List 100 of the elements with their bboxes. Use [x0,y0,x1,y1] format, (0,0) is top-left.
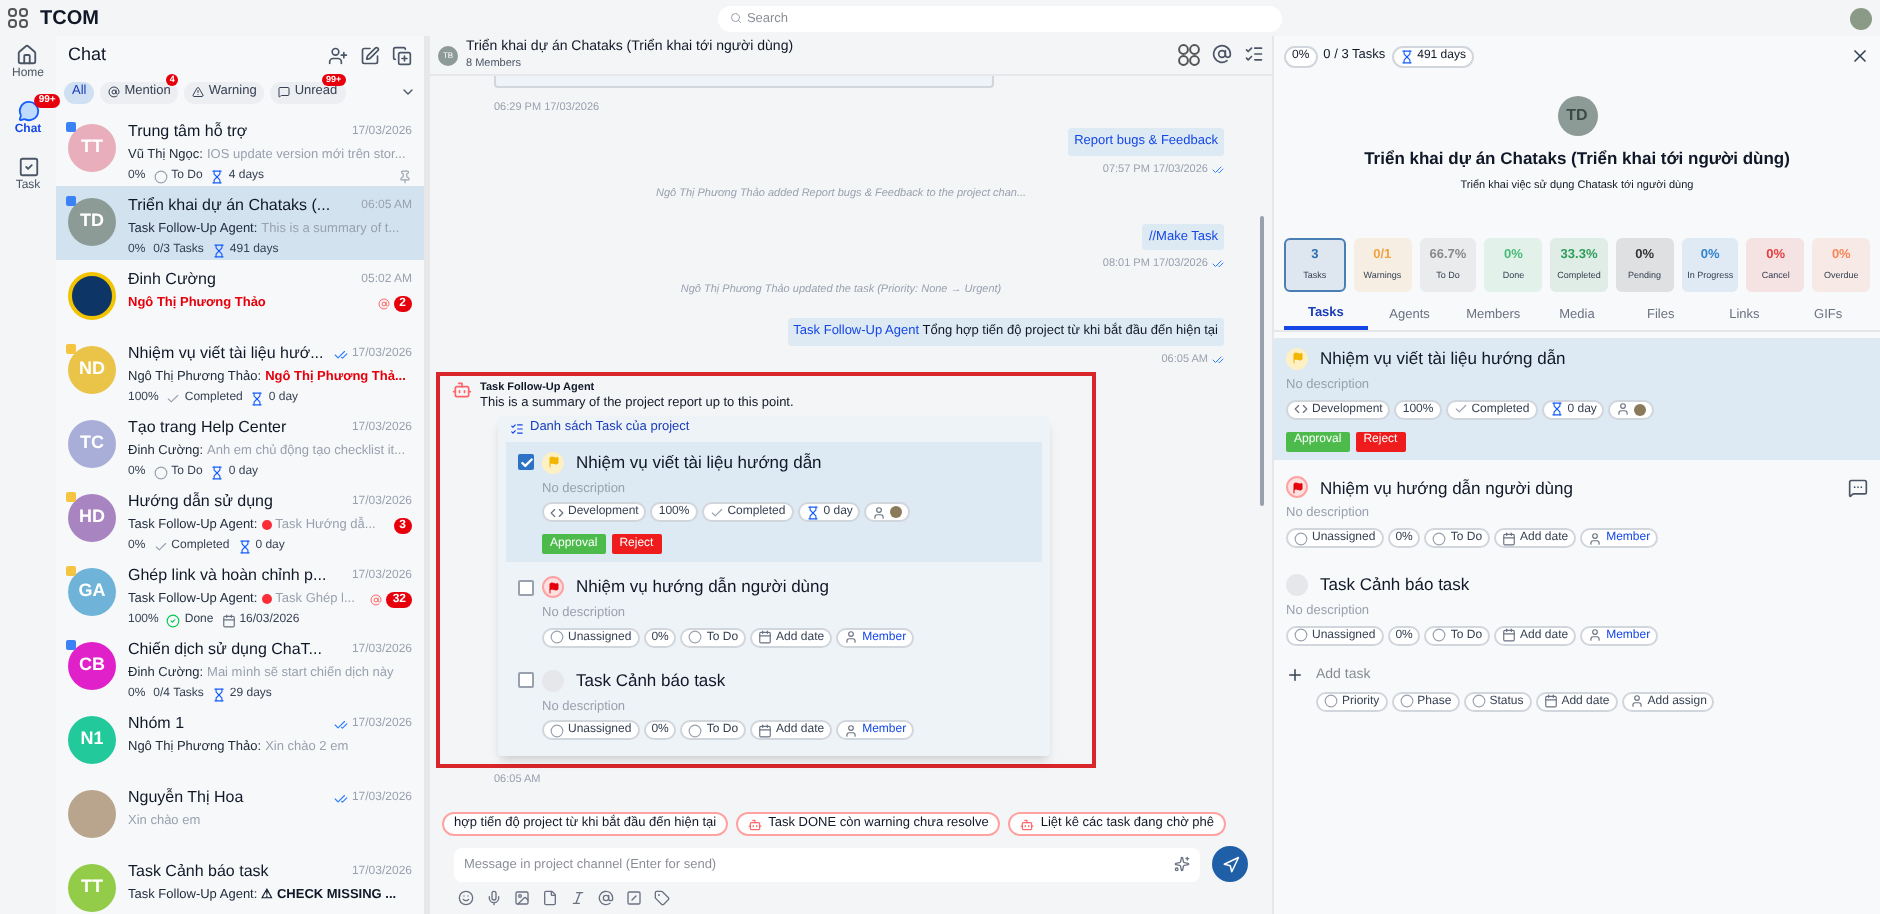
code-icon [1294,402,1308,416]
bot-icon [1020,817,1035,831]
check-icon [1453,402,1468,416]
person-icon [1588,531,1603,545]
add-user-icon[interactable] [328,46,348,66]
tag-icon[interactable] [654,890,670,906]
avatar: TT [68,864,116,912]
bot-icon [452,379,472,400]
circle-icon [1399,694,1414,708]
flag-icon[interactable] [1286,476,1308,499]
task-list-icon [510,421,524,436]
circle-icon [1294,531,1308,545]
calendar-icon [758,630,773,645]
person-icon [1629,694,1644,708]
mention-icon[interactable] [598,890,614,906]
assignee-chip[interactable] [864,502,911,523]
avatar: TT [68,124,116,172]
comment-icon[interactable] [1848,477,1868,498]
person-icon [1588,628,1603,642]
conversation-name: Nhiệm vụ viết tài liệu hướ... [128,342,324,366]
logo-avatar [68,272,116,320]
user-avatar[interactable] [1850,7,1872,29]
mention-icon [108,86,121,98]
chevron-down-icon[interactable] [400,84,416,100]
chat-icon [17,100,39,122]
slash-icon[interactable] [626,890,642,906]
photo-placeholder [68,790,116,838]
task-title[interactable]: Nhiệm vụ hướng dẫn người dùng [576,574,829,600]
send-button[interactable] [1212,846,1248,882]
check-icon [166,391,181,406]
checkbox[interactable] [518,672,534,689]
conversation-name: Nguyễn Thị Hoa [128,786,244,810]
italic-icon[interactable] [570,890,586,906]
circle-icon [1324,694,1338,708]
task-list-icon[interactable] [1244,44,1264,64]
emoji-icon[interactable] [458,890,474,906]
image-icon[interactable] [514,890,530,906]
conversation-name: Task Cảnh báo task [128,860,269,884]
circle-icon [688,630,703,645]
code-icon [550,505,564,520]
file-icon[interactable] [542,890,558,906]
task-title[interactable]: Nhiệm vụ hướng dẫn người dùng [1320,475,1573,501]
message-icon [278,86,291,98]
sparkle-icon[interactable] [1174,856,1190,872]
flag-icon[interactable] [542,576,564,599]
avatar: TC [68,420,116,468]
warning-icon [192,86,205,98]
calendar-icon [221,613,236,628]
app-title: TCOM [40,5,99,33]
avatar: GA [68,568,116,616]
panel-title: Chat [68,42,107,69]
checkbox[interactable] [518,579,534,596]
assignee-chip[interactable] [1608,399,1655,419]
send-icon [1221,855,1239,873]
hourglass-icon [237,539,252,554]
bot-icon [748,817,763,831]
conversation-name: Hướng dẫn sử dụng [128,490,273,514]
close-icon[interactable] [1850,46,1870,66]
avatar: TD [68,198,116,246]
task-title[interactable]: Nhiệm vụ viết tài liệu hướng dẫn [576,449,822,475]
hourglass-icon [1399,49,1414,63]
compose-icon[interactable] [360,46,380,66]
task-title[interactable]: Task Cảnh báo task [576,667,726,693]
person-icon [844,723,859,738]
microphone-icon[interactable] [486,890,502,906]
hourglass-icon [210,169,225,184]
conversation-name: Tạo trang Help Center [128,416,287,440]
project-avatar: TD [1557,96,1597,136]
grid-icon[interactable] [1178,44,1200,66]
calendar-icon [1543,694,1558,708]
conversation-name: Chiến dịch sử dụng ChaT... [128,638,322,662]
circle-icon [550,723,564,738]
conversation-name: Ghép link và hoàn chỉnh p... [128,564,327,588]
avatar-placeholder [1634,403,1647,415]
avatar: ND [68,346,116,394]
checkbox[interactable] [518,454,534,471]
task-title[interactable]: Nhiệm vụ viết tài liệu hướng dẫn [1320,346,1566,372]
app-grid-icon[interactable] [8,8,28,28]
new-group-icon[interactable] [392,46,412,66]
conversation-name: Trung tâm hỗ trợ [128,120,248,144]
calendar-icon [758,723,773,738]
conversation-name: Đinh Cường [128,268,216,292]
circle-icon [1432,628,1447,642]
mention-icon[interactable] [1212,44,1232,64]
hourglass-icon [1549,402,1564,416]
home-icon [16,44,39,66]
avatar: CB [68,642,116,690]
circle-icon [1471,694,1486,708]
calendar-icon [1502,531,1517,545]
plus-icon[interactable] [1286,666,1304,684]
person-icon [1616,402,1631,416]
circle-icon [688,723,703,738]
scrollbar[interactable] [1260,216,1264,506]
task-title[interactable]: Task Cảnh báo task [1320,572,1470,598]
avatar-placeholder [890,506,903,519]
conversation-name: Nhóm 1 [128,712,185,736]
hourglass-icon [211,687,226,702]
check-circle-icon [166,613,181,628]
circle-icon [153,169,168,184]
conversation-name: Triển khai dự án Chataks (... [128,194,331,218]
